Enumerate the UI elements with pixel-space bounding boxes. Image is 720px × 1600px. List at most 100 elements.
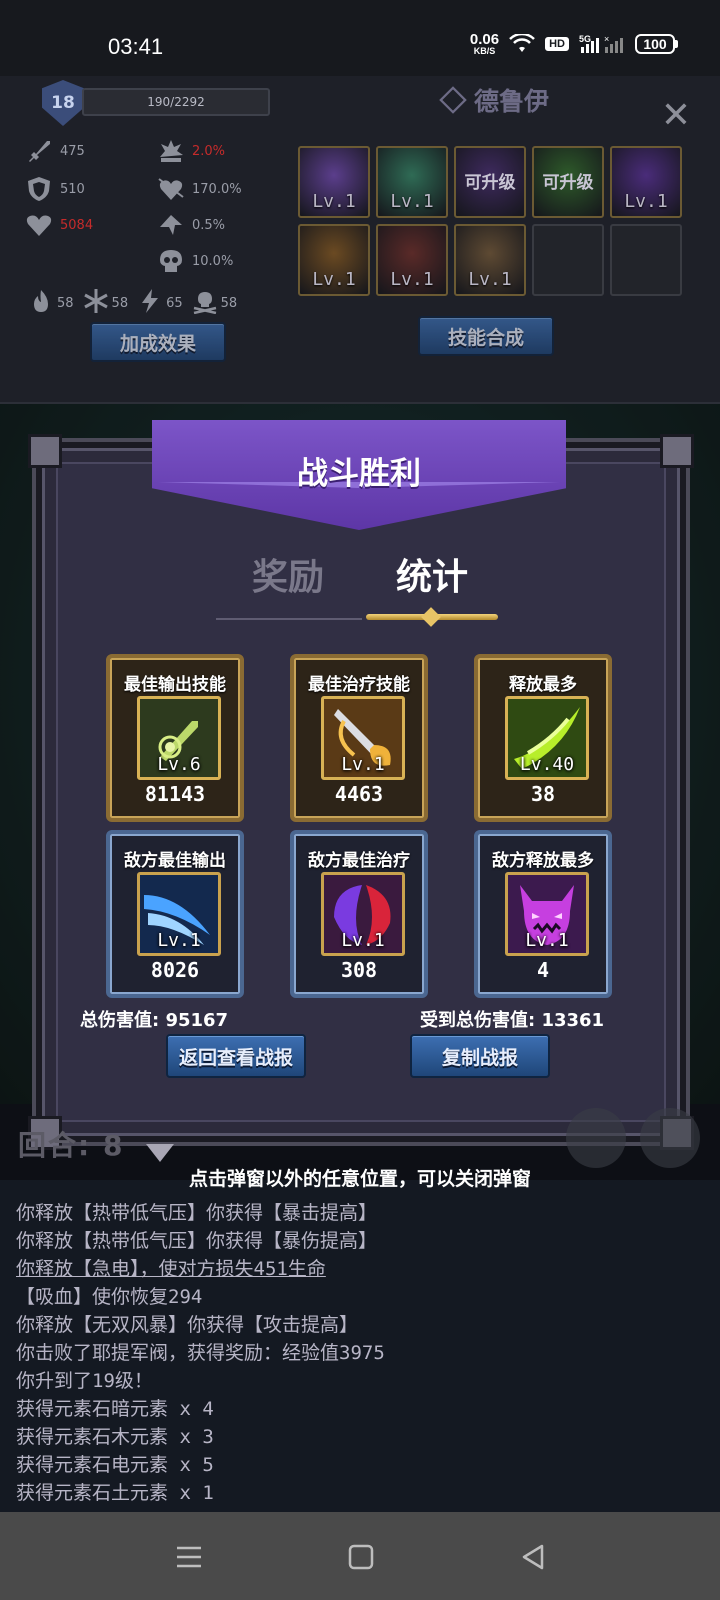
dialog-title: 战斗胜利 — [297, 456, 421, 492]
stat-defense-value: 510 — [60, 181, 85, 197]
class-diamond-icon — [439, 86, 467, 114]
skill-slot-empty[interactable] — [610, 224, 682, 296]
stat-attack-value: 475 — [60, 143, 85, 159]
shield-icon — [24, 174, 54, 204]
mute-button[interactable] — [640, 1108, 700, 1168]
view-battle-report-label: 返回查看战报 — [178, 1046, 293, 1069]
total-damage-received: 受到总伤害值: 13361 — [420, 1010, 605, 1031]
card-value: 4 — [536, 958, 550, 982]
card-value: 4463 — [334, 782, 384, 806]
skill-grid: Lv.1 Lv.1 可升级 可升级 Lv.1 Lv.1 Lv.1 Lv.1 — [298, 146, 682, 296]
log-line: 你升到了19级！ — [16, 1370, 153, 1392]
lightning-icon — [137, 288, 163, 318]
card-enemy-best-heal: 敌方最佳治疗 Lv.1 308 — [290, 830, 428, 998]
explosion-icon — [156, 136, 186, 166]
battery-level: 100 — [635, 34, 675, 54]
back-icon[interactable] — [516, 1540, 550, 1574]
log-line: 获得元素石木元素 x 3 — [16, 1426, 214, 1448]
home-icon[interactable] — [344, 1540, 378, 1574]
close-button[interactable]: ✕ — [656, 96, 696, 136]
snowflake-icon — [83, 288, 109, 318]
round-counter: 回合: 8 — [18, 1129, 125, 1162]
skill-merge-button[interactable]: 技能合成 — [418, 316, 554, 356]
tab-rewards[interactable]: 奖励 — [252, 548, 324, 600]
view-battle-report-button[interactable]: 返回查看战报 — [166, 1034, 306, 1078]
network-speed: 0.06 KB/S — [470, 32, 499, 56]
card-value: 38 — [530, 782, 556, 806]
stat-crit-damage-value: 170.0% — [192, 181, 242, 197]
character-name-text: 德鲁伊 — [474, 87, 550, 116]
hd-badge: HD — [545, 37, 569, 51]
menu-icon[interactable] — [172, 1540, 206, 1574]
signal-icon: 5G × — [579, 34, 623, 53]
status-icons: 0.06 KB/S HD 5G × 100 — [470, 32, 678, 56]
purple-red-wings-icon: Lv.1 — [321, 872, 405, 956]
card-enemy-best-damage: 敌方最佳输出 Lv.1 8026 — [106, 830, 244, 998]
card-level: Lv.40 — [519, 754, 575, 775]
copy-battle-report-label: 复制战报 — [441, 1046, 518, 1069]
stat-crit-rate: 2.0% — [156, 136, 225, 166]
pierced-heart-icon — [156, 174, 186, 204]
character-level: 18 — [51, 93, 75, 113]
system-nav-bar — [0, 1512, 720, 1600]
tab-statistics[interactable]: 统计 — [396, 548, 468, 600]
stat-lifesteal: 0.5% — [156, 210, 225, 240]
stat-hp-value: 5084 — [60, 217, 94, 233]
net-speed-unit: KB/S — [473, 46, 496, 56]
skill-slot-label: 可升级 — [542, 173, 594, 193]
skill-slot-label: 可升级 — [464, 173, 516, 193]
fast-forward-button[interactable] — [566, 1108, 626, 1168]
skill-slot[interactable]: Lv.1 — [298, 224, 370, 296]
skill-slot-label: Lv.1 — [390, 269, 434, 290]
golden-blade-icon: Lv.1 — [321, 696, 405, 780]
stat-dodge: 10.0% — [156, 246, 233, 276]
element-lightning-value: 65 — [166, 295, 183, 311]
element-fire-value: 58 — [57, 295, 74, 311]
card-title: 敌方最佳输出 — [124, 851, 226, 871]
bonus-effects-label: 加成效果 — [119, 332, 196, 355]
log-line: 获得元素石土元素 x 1 — [16, 1482, 214, 1504]
card-title: 最佳输出技能 — [124, 675, 226, 695]
card-title: 敌方释放最多 — [492, 851, 594, 871]
skill-slot-upgradable[interactable]: 可升级 — [454, 146, 526, 218]
stat-crit-rate-value: 2.0% — [192, 143, 226, 159]
card-best-damage-skill: 最佳输出技能 Lv.6 81143 — [106, 654, 244, 822]
skill-slot-label: Lv.1 — [624, 191, 668, 212]
copy-battle-report-button[interactable]: 复制战报 — [410, 1034, 550, 1078]
victory-banner: 战斗胜利 — [152, 420, 566, 530]
stat-attack: 475 — [24, 136, 85, 166]
skill-slot[interactable]: Lv.1 — [376, 224, 448, 296]
net-speed-value: 0.06 — [469, 31, 500, 48]
svg-text:×: × — [604, 34, 609, 44]
total-damage: 总伤害值: 95167 — [80, 1010, 229, 1031]
battery-tip — [675, 40, 678, 48]
log-line: 你释放【急电】，使对方损失451生命 — [16, 1258, 326, 1280]
tab-divider — [216, 618, 362, 620]
skill-slot[interactable]: Lv.1 — [376, 146, 448, 218]
stat-dodge-value: 10.0% — [192, 253, 234, 269]
log-line: 获得元素石电元素 x 5 — [16, 1454, 214, 1476]
skill-slot[interactable]: Lv.1 — [298, 146, 370, 218]
log-line: 获得元素石暗元素 x 4 — [16, 1398, 214, 1420]
stat-hp: 5084 — [24, 210, 93, 240]
skill-slot[interactable]: Lv.1 — [454, 224, 526, 296]
xp-value: 190/2292 — [147, 95, 205, 109]
heart-icon — [24, 210, 54, 240]
collapse-arrow-icon[interactable] — [146, 1144, 174, 1162]
skill-slot-label: Lv.1 — [312, 269, 356, 290]
card-most-cast: 释放最多 Lv.40 38 — [474, 654, 612, 822]
skill-slot[interactable]: Lv.1 — [610, 146, 682, 218]
card-title: 最佳治疗技能 — [308, 675, 410, 695]
card-level: Lv.6 — [157, 754, 201, 775]
card-value: 8026 — [150, 958, 200, 982]
bonus-effects-button[interactable]: 加成效果 — [90, 322, 226, 362]
skill-merge-label: 技能合成 — [447, 326, 524, 349]
status-time: 03:41 — [108, 34, 164, 59]
character-name: 德鲁伊 — [439, 82, 550, 118]
battle-log[interactable]: 你释放【热带低气压】你获得【暴击提高】 你释放【热带低气压】你获得【暴伤提高】 … — [0, 1180, 720, 1512]
card-enemy-most-cast: 敌方释放最多 Lv.1 4 — [474, 830, 612, 998]
card-title: 敌方最佳治疗 — [308, 851, 410, 871]
skill-slot-empty[interactable] — [532, 224, 604, 296]
log-line: 你释放【热带低气压】你获得【暴伤提高】 — [16, 1230, 378, 1252]
skill-slot-upgradable[interactable]: 可升级 — [532, 146, 604, 218]
